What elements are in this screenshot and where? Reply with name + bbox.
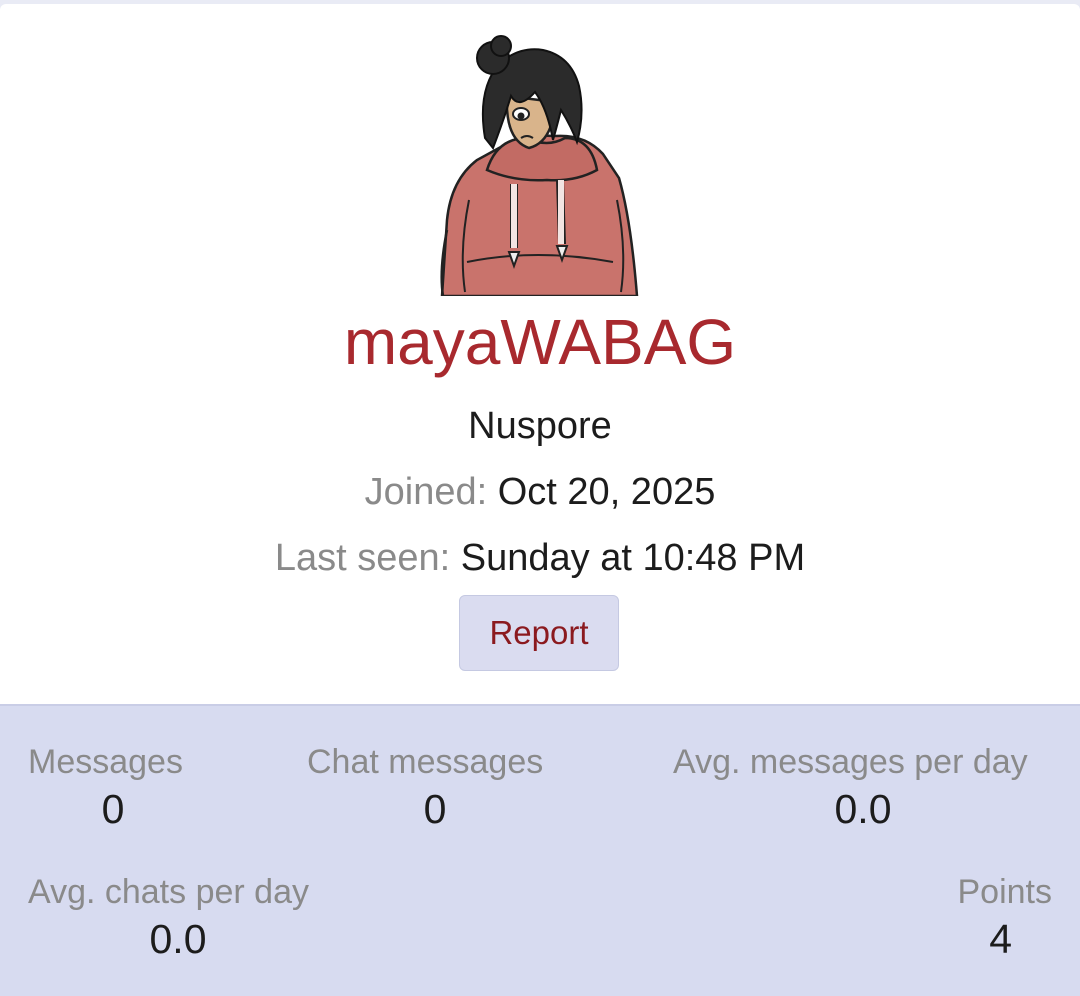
stat-messages-label: Messages [28, 743, 183, 781]
stat-points[interactable]: Points 4 [948, 870, 1053, 964]
joined-label: Joined: [364, 471, 488, 513]
avatar[interactable] [407, 30, 671, 296]
stat-avg-chats-label: Avg. chats per day [28, 873, 309, 911]
stat-avg-chats: Avg. chats per day 0.0 [28, 870, 328, 964]
user-title: Nuspore [468, 405, 612, 447]
stat-points-value[interactable]: 4 [948, 914, 1052, 964]
last-seen-info: Last seen: Sunday at 10:48 PM [0, 533, 1080, 583]
joined-info: Joined: Oct 20, 2025 [0, 467, 1080, 517]
profile-header: mayaWABAG Nuspore Joined: Oct 20, 2025 L… [0, 4, 1080, 704]
member-stats: Messages 0 Chat messages 0 Avg. messages… [0, 704, 1080, 996]
stat-messages[interactable]: Messages 0 [28, 740, 198, 834]
last-seen-label: Last seen: [274, 537, 451, 579]
stat-avg-messages-value: 0.0 [834, 786, 892, 832]
stat-chat-messages-label: Chat messages [307, 743, 544, 781]
stat-avg-messages-label: Avg. messages per day [673, 743, 1028, 781]
last-seen-value: Sunday at 10:48 PM [460, 537, 806, 579]
report-button[interactable]: Report [459, 595, 619, 671]
stat-avg-messages: Avg. messages per day 0.0 [673, 740, 1053, 834]
stat-avg-chats-value: 0.0 [149, 916, 207, 962]
stat-chat-messages-value: 0 [423, 786, 447, 832]
stat-messages-value[interactable]: 0 [28, 784, 198, 834]
joined-value: Oct 20, 2025 [497, 471, 716, 513]
username[interactable]: mayaWABAG [0, 304, 1080, 380]
stat-points-label: Points [957, 873, 1053, 911]
avatar-hoodie-character-icon [440, 35, 639, 296]
member-profile-card: mayaWABAG Nuspore Joined: Oct 20, 2025 L… [0, 4, 1080, 996]
stat-chat-messages: Chat messages 0 [307, 740, 563, 834]
